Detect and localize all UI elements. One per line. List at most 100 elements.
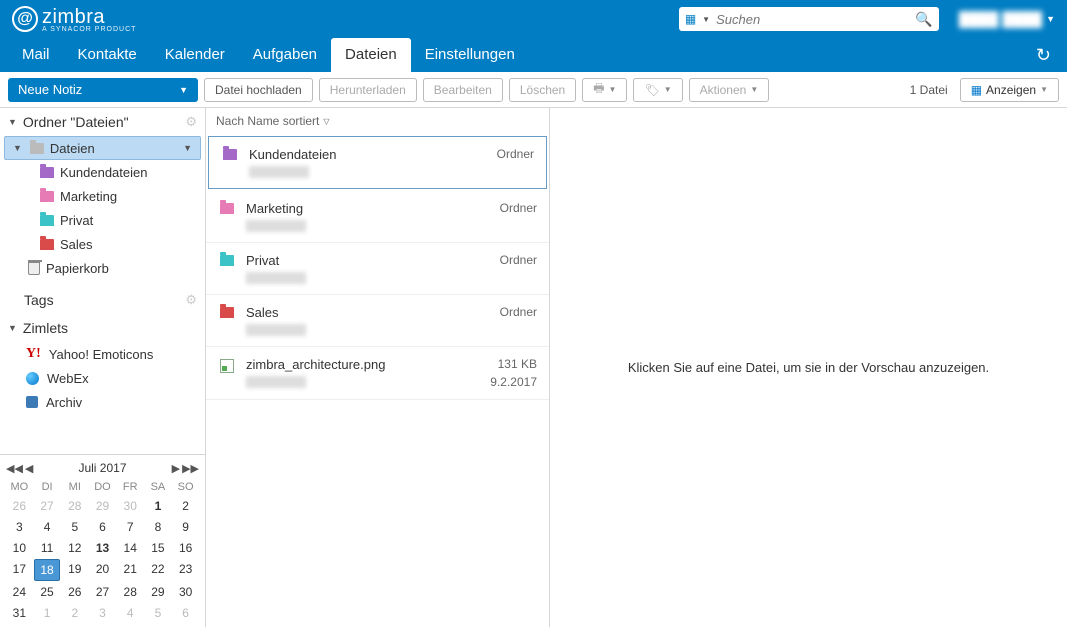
item-sub [249,166,309,178]
item-size: 131 KB [473,357,537,371]
search-icon[interactable]: 🔍 [915,11,932,28]
cal-title: Juli 2017 [78,461,126,475]
view-button[interactable]: ▦Anzeigen▼ [960,78,1059,102]
delete-button[interactable]: Löschen [509,78,576,102]
sidebar: ▼ Ordner "Dateien" ⚙ ▼ Dateien ▼ Kundend… [0,108,206,627]
app-header: zimbra A SYNACOR PRODUCT ▦ ▼ 🔍 ████ ████… [0,0,1067,38]
item-type: Ordner [473,253,537,267]
sidebar-item-privat[interactable]: Privat [0,208,205,232]
zimlet-archiv[interactable]: Archiv [0,390,205,414]
gear-icon[interactable]: ⚙ [185,114,197,130]
tags-title: Tags [24,292,54,308]
search-input[interactable] [716,12,909,27]
item-type: Ordner [473,305,537,319]
folder-icon [223,149,237,160]
search-box[interactable]: ▦ ▼ 🔍 [679,7,939,31]
folder-icon [220,203,234,214]
double-right-icon: ▶▶ [182,462,199,475]
collapse-icon: ▼ [8,323,17,333]
calendar-filter-icon[interactable]: ▦ [685,12,696,26]
sort-dir-icon: ▽ [323,117,329,126]
sort-label: Nach Name sortiert [216,114,319,128]
send-button[interactable]: 🖶▼ [582,78,627,102]
toolbar: Neue Notiz ▼ Datei hochladen Herunterlad… [0,72,1067,108]
folder-icon [220,255,234,266]
sidebar-item-trash[interactable]: Papierkorb [0,256,205,280]
folder-icon [40,167,54,178]
upload-button[interactable]: Datei hochladen [204,78,313,102]
list-item[interactable]: Kundendateien Ordner [208,136,547,189]
item-name: zimbra_architecture.png [246,357,463,372]
zimlet-label: WebEx [47,371,89,386]
list-item[interactable]: zimbra_architecture.png 131 KB 9.2.2017 [206,347,549,400]
item-sub [246,220,306,232]
zimlets-section-header[interactable]: ▼ Zimlets [0,314,205,342]
folder-icon [40,239,54,250]
tab-calendar[interactable]: Kalender [151,38,239,72]
item-name: Sales [246,305,463,320]
folder-label: Kundendateien [60,165,147,180]
chevron-down-icon[interactable]: ▼ [183,143,192,153]
send-icon: 🖶 [593,79,604,100]
refresh-button[interactable]: ↻ [1028,39,1059,72]
tab-tasks[interactable]: Aufgaben [239,38,331,72]
preview-pane: Klicken Sie auf eine Datei, um sie in de… [550,108,1067,627]
edit-button[interactable]: Bearbeiten [423,78,503,102]
tab-mail[interactable]: Mail [8,38,64,72]
expand-icon[interactable]: ▼ [13,143,22,153]
item-name: Privat [246,253,463,268]
sort-header[interactable]: Nach Name sortiert ▽ [206,108,549,134]
user-name: ████ ████ [959,11,1042,27]
file-list-pane: Nach Name sortiert ▽ Kundendateien Ordne… [206,108,550,627]
sidebar-item-kundendateien[interactable]: Kundendateien [0,160,205,184]
collapse-icon: ▼ [8,117,17,127]
brand-subtext: A SYNACOR PRODUCT [42,26,136,33]
list-item[interactable]: Marketing Ordner [206,191,549,243]
globe-icon [26,372,39,385]
folders-section-header[interactable]: ▼ Ordner "Dateien" ⚙ [0,108,205,136]
user-menu[interactable]: ████ ████ ▼ [939,11,1055,27]
item-sub [246,376,306,388]
search-scope-dropdown-icon[interactable]: ▼ [702,15,710,24]
item-sub [246,324,306,336]
folders-title: Ordner "Dateien" [23,114,129,130]
gear-icon[interactable]: ⚙ [185,292,197,308]
left-icon: ◀ [25,462,33,475]
layout-icon: ▦ [971,83,982,97]
item-name: Kundendateien [249,147,460,162]
folder-label: Privat [60,213,93,228]
cal-next[interactable]: ▶▶▶ [172,462,199,475]
zimlet-label: Yahoo! Emoticons [49,347,154,362]
zimlets-title: Zimlets [23,320,68,336]
list-item[interactable]: Privat Ordner [206,243,549,295]
item-name: Marketing [246,201,463,216]
tab-contacts[interactable]: Kontakte [64,38,151,72]
cal-prev[interactable]: ◀◀◀ [6,462,33,475]
trash-label: Papierkorb [46,261,109,276]
tags-section-header[interactable]: Tags ⚙ [0,286,205,314]
tag-button[interactable]: 🏷▼ [633,78,682,102]
folder-label: Marketing [60,189,117,204]
item-date: 9.2.2017 [473,375,537,389]
item-type: Ordner [473,201,537,215]
zimlet-label: Archiv [46,395,82,410]
cal-day[interactable]: 26 [6,496,33,516]
zimlet-yahoo[interactable]: Y! Yahoo! Emoticons [0,342,205,366]
sidebar-item-marketing[interactable]: Marketing [0,184,205,208]
sidebar-item-root[interactable]: ▼ Dateien ▼ [4,136,201,160]
tab-files[interactable]: Dateien [331,38,411,72]
cal-today[interactable]: 18 [34,559,61,581]
list-item[interactable]: Sales Ordner [206,295,549,347]
tag-icon: 🏷 [644,83,659,97]
new-note-button[interactable]: Neue Notiz ▼ [8,78,198,102]
actions-button[interactable]: Aktionen▼ [689,78,770,102]
folder-icon [40,191,54,202]
zimlet-webex[interactable]: WebEx [0,366,205,390]
tab-settings[interactable]: Einstellungen [411,38,529,72]
folder-label: Dateien [50,141,95,156]
logo-icon [12,6,38,32]
sidebar-item-sales[interactable]: Sales [0,232,205,256]
download-button[interactable]: Herunterladen [319,78,417,102]
new-note-label: Neue Notiz [18,82,82,97]
item-type: Ordner [470,147,534,161]
